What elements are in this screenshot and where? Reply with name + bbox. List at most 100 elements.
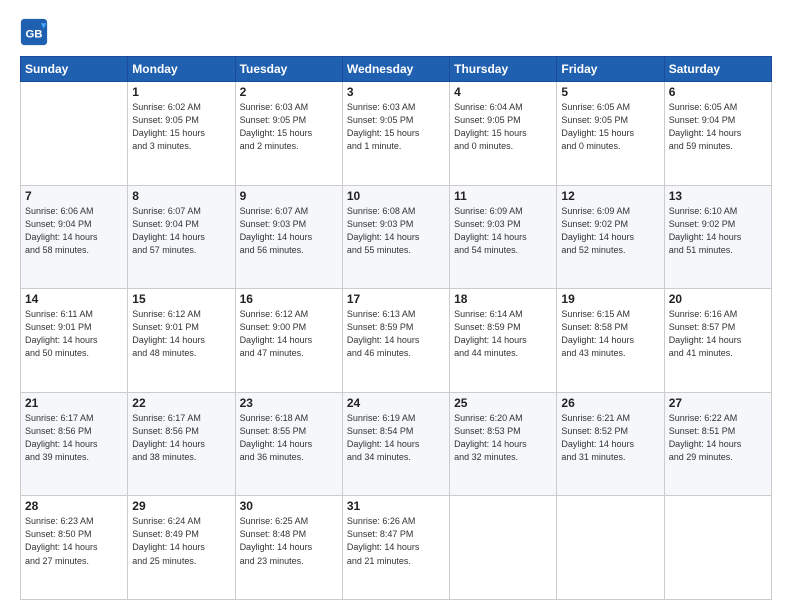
day-number: 19 [561, 292, 659, 306]
day-cell-30: 30 Sunrise: 6:25 AM Sunset: 8:48 PM Dayli… [235, 496, 342, 600]
day-info: Sunrise: 6:07 AM Sunset: 9:04 PM Dayligh… [132, 205, 230, 257]
day-number: 3 [347, 85, 445, 99]
day-info: Sunrise: 6:16 AM Sunset: 8:57 PM Dayligh… [669, 308, 767, 360]
empty-cell [664, 496, 771, 600]
day-cell-5: 5 Sunrise: 6:05 AM Sunset: 9:05 PM Daylig… [557, 82, 664, 186]
day-info: Sunrise: 6:08 AM Sunset: 9:03 PM Dayligh… [347, 205, 445, 257]
day-info: Sunrise: 6:20 AM Sunset: 8:53 PM Dayligh… [454, 412, 552, 464]
day-info: Sunrise: 6:17 AM Sunset: 8:56 PM Dayligh… [132, 412, 230, 464]
day-info: Sunrise: 6:23 AM Sunset: 8:50 PM Dayligh… [25, 515, 123, 567]
day-cell-28: 28 Sunrise: 6:23 AM Sunset: 8:50 PM Dayli… [21, 496, 128, 600]
day-cell-9: 9Sunrise: 6:07 AM Sunset: 9:03 PM Daylig… [235, 185, 342, 289]
day-cell-2: 2 Sunrise: 6:03 AM Sunset: 9:05 PM Daylig… [235, 82, 342, 186]
weekday-header-wednesday: Wednesday [342, 57, 449, 82]
day-number: 11 [454, 189, 552, 203]
day-number: 14 [25, 292, 123, 306]
week-row-2: 7 Sunrise: 6:06 AM Sunset: 9:04 PM Daylig… [21, 185, 772, 289]
day-number: 5 [561, 85, 659, 99]
day-number: 23 [240, 396, 338, 410]
day-info: Sunrise: 6:22 AM Sunset: 8:51 PM Dayligh… [669, 412, 767, 464]
day-number: 15 [132, 292, 230, 306]
day-cell-10: 10 Sunrise: 6:08 AM Sunset: 9:03 PM Dayli… [342, 185, 449, 289]
day-number: 30 [240, 499, 338, 513]
empty-cell [557, 496, 664, 600]
day-number: 22 [132, 396, 230, 410]
day-number: 13 [669, 189, 767, 203]
day-cell-25: 25 Sunrise: 6:20 AM Sunset: 8:53 PM Dayli… [450, 392, 557, 496]
day-info: Sunrise: 6:02 AM Sunset: 9:05 PM Dayligh… [132, 101, 230, 153]
day-cell-24: 24Sunrise: 6:19 AM Sunset: 8:54 PM Dayli… [342, 392, 449, 496]
day-cell-13: 13 Sunrise: 6:10 AM Sunset: 9:02 PM Dayli… [664, 185, 771, 289]
weekday-header-row: SundayMondayTuesdayWednesdayThursdayFrid… [21, 57, 772, 82]
day-info: Sunrise: 6:15 AM Sunset: 8:58 PM Dayligh… [561, 308, 659, 360]
day-number: 20 [669, 292, 767, 306]
day-number: 2 [240, 85, 338, 99]
day-info: Sunrise: 6:05 AM Sunset: 9:05 PM Dayligh… [561, 101, 659, 153]
day-number: 27 [669, 396, 767, 410]
week-row-1: 1 Sunrise: 6:02 AM Sunset: 9:05 PM Daylig… [21, 82, 772, 186]
day-cell-16: 16 Sunrise: 6:12 AM Sunset: 9:00 PM Dayli… [235, 289, 342, 393]
day-number: 31 [347, 499, 445, 513]
day-info: Sunrise: 6:03 AM Sunset: 9:05 PM Dayligh… [240, 101, 338, 153]
day-info: Sunrise: 6:25 AM Sunset: 8:48 PM Dayligh… [240, 515, 338, 567]
day-cell-11: 11 Sunrise: 6:09 AM Sunset: 9:03 PM Dayli… [450, 185, 557, 289]
day-number: 18 [454, 292, 552, 306]
empty-cell [450, 496, 557, 600]
svg-text:GB: GB [25, 28, 42, 40]
day-cell-29: 29 Sunrise: 6:24 AM Sunset: 8:49 PM Dayli… [128, 496, 235, 600]
day-number: 21 [25, 396, 123, 410]
day-info: Sunrise: 6:11 AM Sunset: 9:01 PM Dayligh… [25, 308, 123, 360]
day-number: 6 [669, 85, 767, 99]
day-number: 12 [561, 189, 659, 203]
day-info: Sunrise: 6:06 AM Sunset: 9:04 PM Dayligh… [25, 205, 123, 257]
day-number: 4 [454, 85, 552, 99]
day-cell-22: 22 Sunrise: 6:17 AM Sunset: 8:56 PM Dayli… [128, 392, 235, 496]
day-number: 17 [347, 292, 445, 306]
day-info: Sunrise: 6:05 AM Sunset: 9:04 PM Dayligh… [669, 101, 767, 153]
day-info: Sunrise: 6:09 AM Sunset: 9:02 PM Dayligh… [561, 205, 659, 257]
day-number: 24 [347, 396, 445, 410]
day-cell-23: 23Sunrise: 6:18 AM Sunset: 8:55 PM Dayli… [235, 392, 342, 496]
day-info: Sunrise: 6:03 AM Sunset: 9:05 PM Dayligh… [347, 101, 445, 153]
week-row-4: 21 Sunrise: 6:17 AM Sunset: 8:56 PM Dayli… [21, 392, 772, 496]
day-number: 7 [25, 189, 123, 203]
day-info: Sunrise: 6:24 AM Sunset: 8:49 PM Dayligh… [132, 515, 230, 567]
weekday-header-saturday: Saturday [664, 57, 771, 82]
day-cell-15: 15Sunrise: 6:12 AM Sunset: 9:01 PM Dayli… [128, 289, 235, 393]
day-number: 29 [132, 499, 230, 513]
day-info: Sunrise: 6:14 AM Sunset: 8:59 PM Dayligh… [454, 308, 552, 360]
weekday-header-monday: Monday [128, 57, 235, 82]
day-info: Sunrise: 6:12 AM Sunset: 9:00 PM Dayligh… [240, 308, 338, 360]
day-info: Sunrise: 6:07 AM Sunset: 9:03 PM Dayligh… [240, 205, 338, 257]
day-number: 26 [561, 396, 659, 410]
day-info: Sunrise: 6:09 AM Sunset: 9:03 PM Dayligh… [454, 205, 552, 257]
header: GB [20, 18, 772, 46]
day-number: 25 [454, 396, 552, 410]
week-row-3: 14 Sunrise: 6:11 AM Sunset: 9:01 PM Dayli… [21, 289, 772, 393]
page: GB SundayMondayTuesdayWednesdayThursdayF… [0, 0, 792, 612]
day-info: Sunrise: 6:13 AM Sunset: 8:59 PM Dayligh… [347, 308, 445, 360]
day-info: Sunrise: 6:10 AM Sunset: 9:02 PM Dayligh… [669, 205, 767, 257]
day-cell-1: 1 Sunrise: 6:02 AM Sunset: 9:05 PM Daylig… [128, 82, 235, 186]
day-cell-18: 18 Sunrise: 6:14 AM Sunset: 8:59 PM Dayli… [450, 289, 557, 393]
day-number: 28 [25, 499, 123, 513]
weekday-header-thursday: Thursday [450, 57, 557, 82]
day-info: Sunrise: 6:17 AM Sunset: 8:56 PM Dayligh… [25, 412, 123, 464]
day-cell-8: 8Sunrise: 6:07 AM Sunset: 9:04 PM Daylig… [128, 185, 235, 289]
day-cell-4: 4Sunrise: 6:04 AM Sunset: 9:05 PM Daylig… [450, 82, 557, 186]
day-cell-21: 21 Sunrise: 6:17 AM Sunset: 8:56 PM Dayli… [21, 392, 128, 496]
day-cell-14: 14 Sunrise: 6:11 AM Sunset: 9:01 PM Dayli… [21, 289, 128, 393]
day-cell-19: 19 Sunrise: 6:15 AM Sunset: 8:58 PM Dayli… [557, 289, 664, 393]
day-info: Sunrise: 6:21 AM Sunset: 8:52 PM Dayligh… [561, 412, 659, 464]
day-cell-20: 20 Sunrise: 6:16 AM Sunset: 8:57 PM Dayli… [664, 289, 771, 393]
weekday-header-friday: Friday [557, 57, 664, 82]
day-number: 16 [240, 292, 338, 306]
weekday-header-sunday: Sunday [21, 57, 128, 82]
day-cell-17: 17 Sunrise: 6:13 AM Sunset: 8:59 PM Dayli… [342, 289, 449, 393]
day-cell-26: 26 Sunrise: 6:21 AM Sunset: 8:52 PM Dayli… [557, 392, 664, 496]
day-cell-6: 6 Sunrise: 6:05 AM Sunset: 9:04 PM Daylig… [664, 82, 771, 186]
logo-icon: GB [20, 18, 48, 46]
day-number: 10 [347, 189, 445, 203]
day-info: Sunrise: 6:26 AM Sunset: 8:47 PM Dayligh… [347, 515, 445, 567]
day-number: 1 [132, 85, 230, 99]
